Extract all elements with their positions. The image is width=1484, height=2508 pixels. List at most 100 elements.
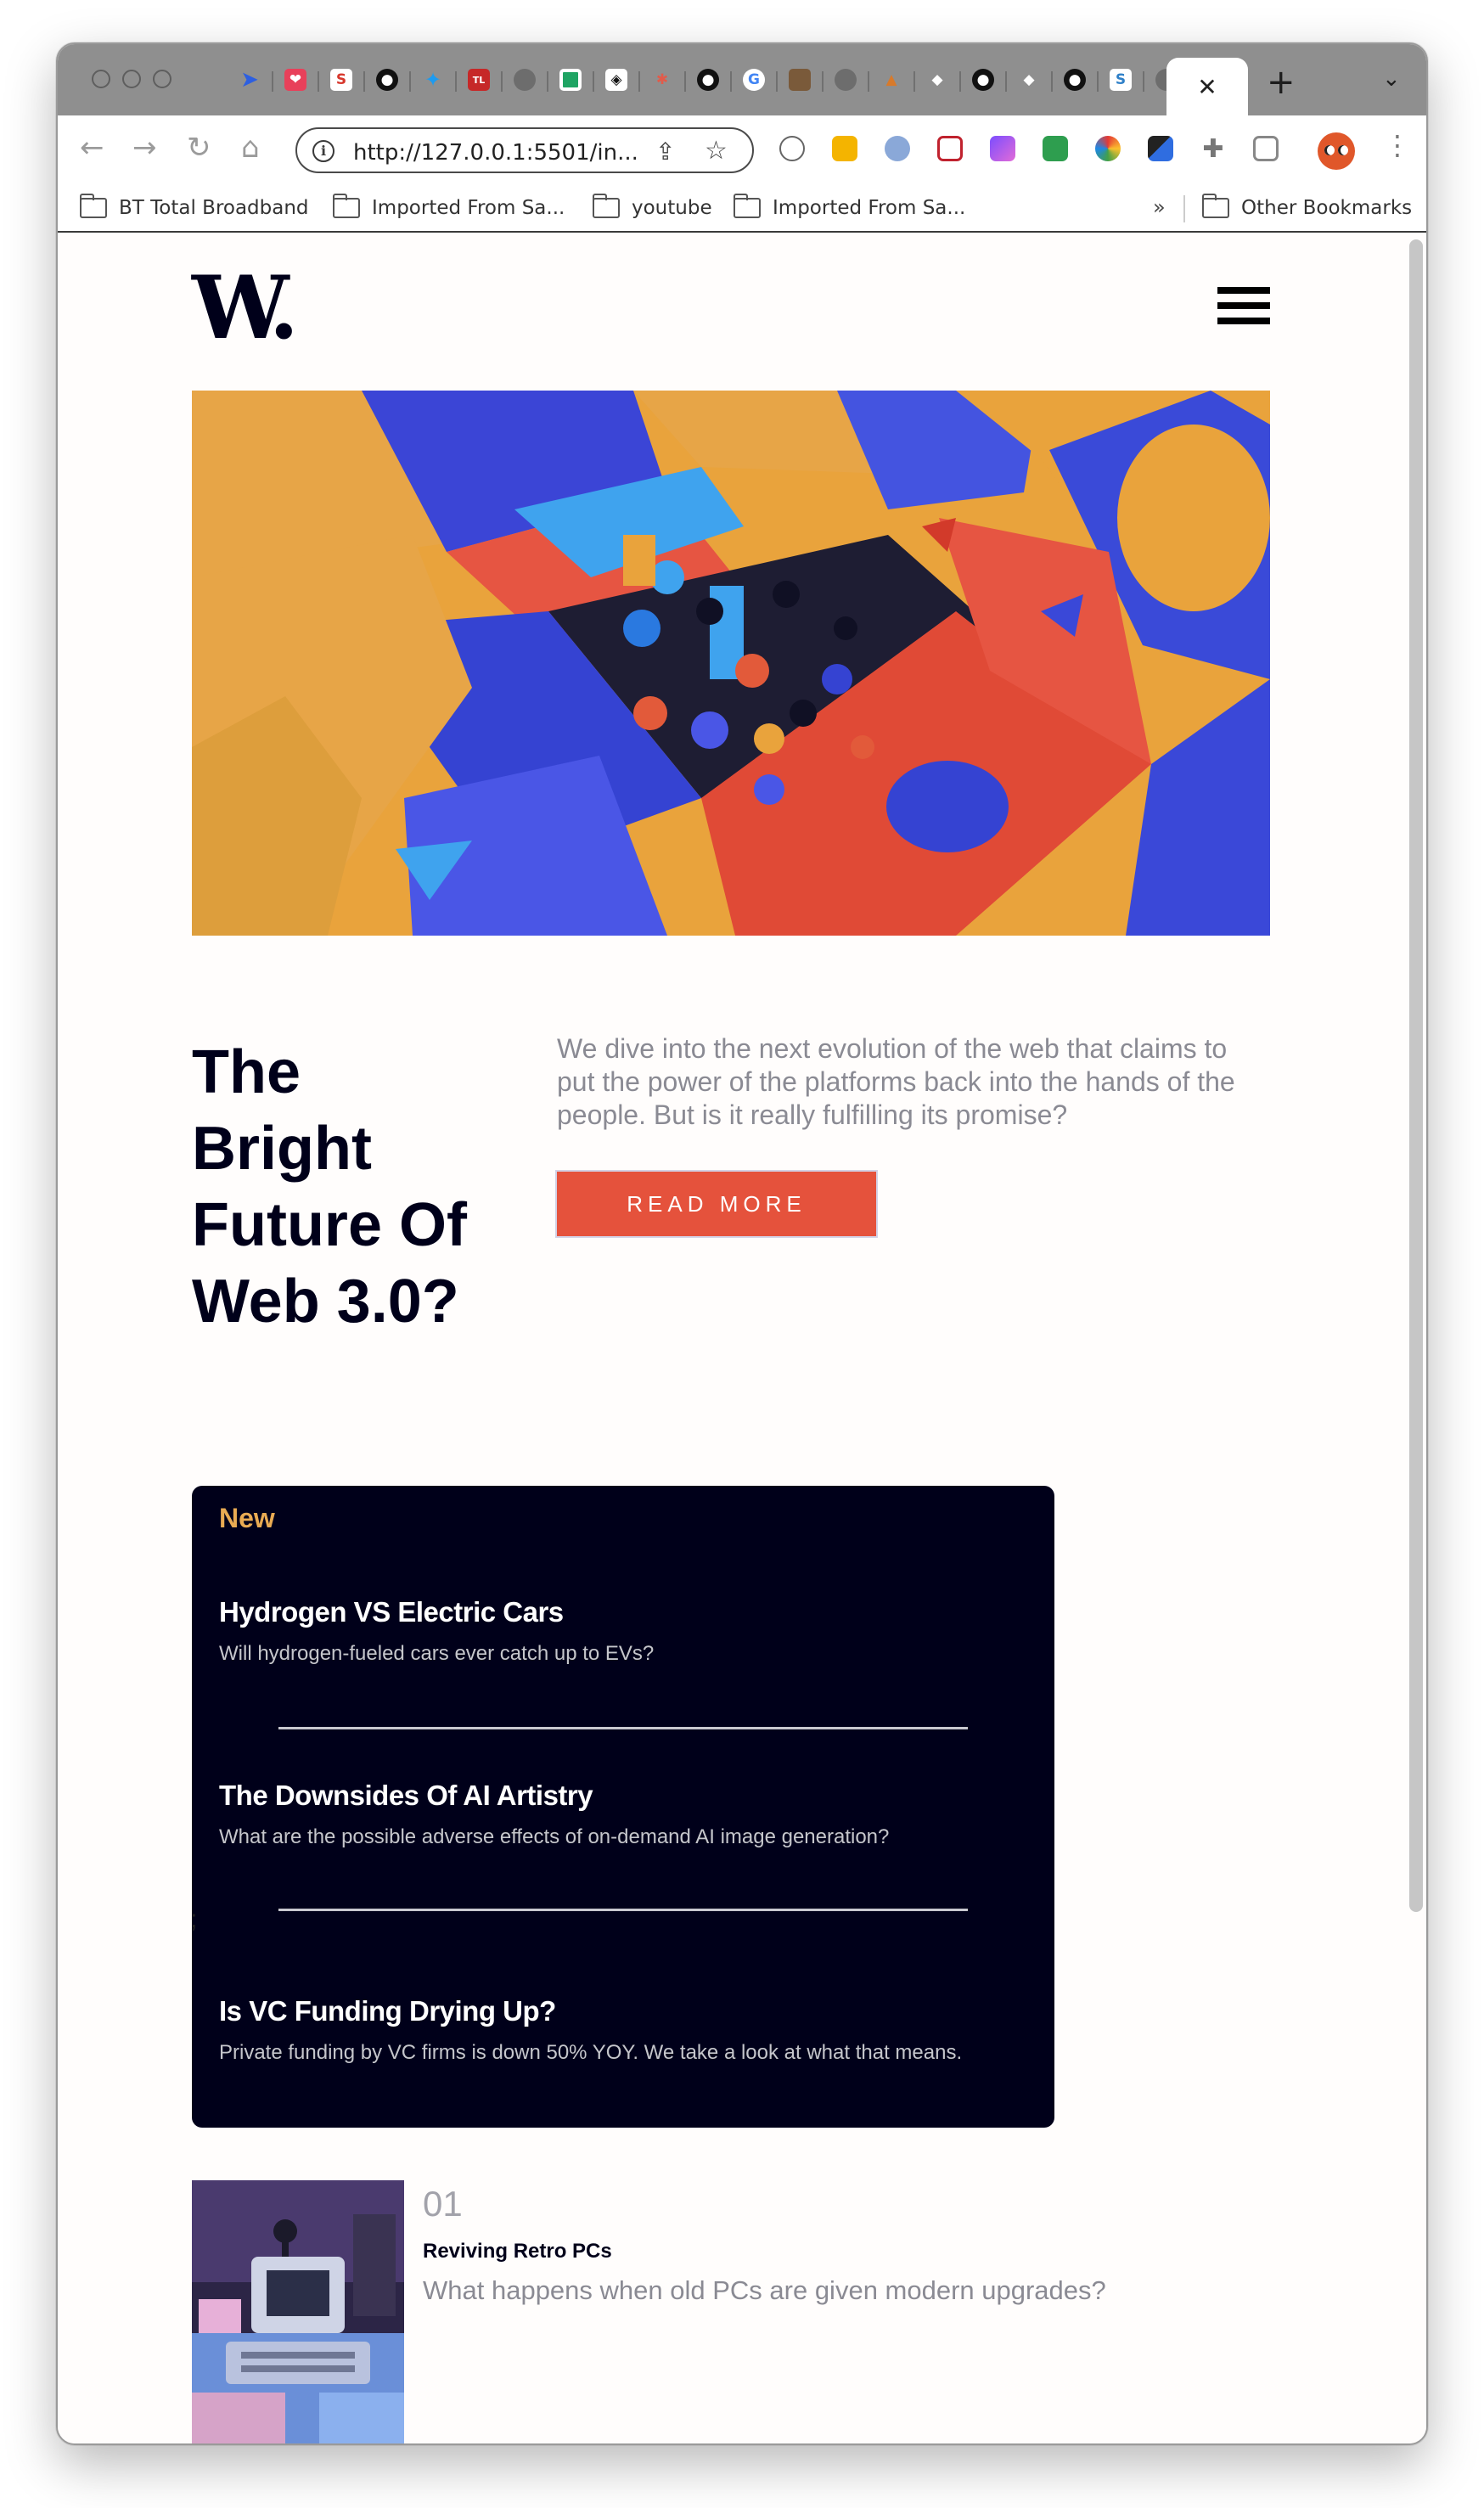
bookmark-label: Other Bookmarks xyxy=(1241,197,1413,219)
bookmarks-overflow-button[interactable]: » xyxy=(1153,195,1166,219)
tab-github-icon-3[interactable]: ● xyxy=(966,63,1007,97)
site-info-icon[interactable]: i xyxy=(312,140,334,162)
home-icon[interactable]: ⌂ xyxy=(241,131,260,165)
back-icon[interactable]: ← xyxy=(80,131,104,165)
bookmarks-bar: BT Total Broadband Imported From Sa... y… xyxy=(58,183,1426,233)
profile-avatar[interactable] xyxy=(1318,132,1355,170)
blue-extension-icon[interactable] xyxy=(881,132,913,165)
article-title[interactable]: Reviving Retro PCs xyxy=(423,2240,612,2263)
tab-strip: ➤ ❤ S ● ✦ TL ◈ ✱ ● G ▲ ◆ ● ◆ ● S ✕ + ⌄ xyxy=(58,44,1426,115)
tab-sheets-icon[interactable] xyxy=(554,63,594,97)
tab-github-icon-2[interactable]: ● xyxy=(691,63,732,97)
sidebar-toggle-icon[interactable] xyxy=(1250,132,1282,165)
tab-github-icon[interactable]: ● xyxy=(370,63,411,97)
pen-extension-icon[interactable] xyxy=(1144,132,1177,165)
bookmarks-divider xyxy=(1183,195,1185,222)
address-bar[interactable]: i http://127.0.0.1:5501/in... ⇪ ☆ xyxy=(295,127,754,173)
new-article-description: Private funding by VC firms is down 50% … xyxy=(219,2041,963,2064)
new-article-title[interactable]: Is VC Funding Drying Up? xyxy=(219,1995,1026,2027)
tab-twitter-icon[interactable]: ✦ xyxy=(416,63,457,97)
hero-image xyxy=(192,391,1270,936)
reload-icon[interactable]: ↻ xyxy=(187,131,211,165)
new-article-description: Will hydrogen-fueled cars ever catch up … xyxy=(219,1642,655,1665)
maximize-window-icon[interactable] xyxy=(153,70,171,88)
tab-globe-icon[interactable] xyxy=(508,63,548,97)
pinned-tabs: ➤ ❤ S ● ✦ TL ◈ ✱ ● G ▲ ◆ ● ◆ ● S xyxy=(233,58,1195,102)
eyedropper-extension-icon[interactable] xyxy=(776,132,808,165)
bookmark-folder[interactable]: Imported From Sa... xyxy=(333,194,565,219)
tab-s-icon[interactable]: S xyxy=(324,63,365,97)
extensions-puzzle-icon[interactable]: ✚ xyxy=(1197,132,1229,165)
browser-toolbar: ← → ↻ ⌂ i http://127.0.0.1:5501/in... ⇪ … xyxy=(58,115,1426,183)
folder-icon xyxy=(333,194,360,218)
scrollbar[interactable] xyxy=(1409,239,1423,1912)
close-window-icon[interactable] xyxy=(92,70,110,88)
purple-extension-icon[interactable] xyxy=(987,132,1019,165)
color-extension-icon[interactable] xyxy=(1092,132,1124,165)
new-article-title[interactable]: Hydrogen VS Electric Cars xyxy=(219,1596,1026,1628)
tab-globe-icon-2[interactable] xyxy=(829,63,869,97)
other-bookmarks[interactable]: Other Bookmarks xyxy=(1202,194,1413,219)
site-logo[interactable]: W. xyxy=(192,265,299,351)
new-article-title[interactable]: The Downsides Of AI Artistry xyxy=(219,1780,1026,1812)
tab-pocket-icon[interactable]: ❤ xyxy=(278,63,319,97)
hamburger-menu-icon[interactable] xyxy=(1217,287,1270,326)
article-number: 01 xyxy=(423,2184,463,2224)
new-tab-button[interactable]: + xyxy=(1267,63,1296,102)
tab-stack-icon[interactable]: S xyxy=(1104,63,1144,97)
active-tab[interactable]: ✕ xyxy=(1166,58,1248,115)
green-extension-icon[interactable] xyxy=(1039,132,1071,165)
bookmark-label: BT Total Broadband xyxy=(119,197,309,219)
bookmark-label: youtube xyxy=(632,197,712,219)
new-article-item[interactable]: Is VC Funding Drying Up? Private funding… xyxy=(219,1995,1026,2065)
tab-codepen-icon[interactable]: ◈ xyxy=(599,63,640,97)
browser-menu-icon[interactable]: ⋮ xyxy=(1384,129,1411,161)
folder-icon xyxy=(593,194,620,218)
bookmark-folder[interactable]: Imported From Sa... xyxy=(734,194,966,219)
folder-icon xyxy=(80,194,107,218)
new-article-description: What are the possible adverse effects of… xyxy=(219,1825,890,1848)
hero-headline: The Bright Future Of Web 3.0? xyxy=(192,1038,467,1336)
tab-orange-icon[interactable]: ▲ xyxy=(874,63,915,97)
extensions-bar: ✚ xyxy=(776,132,1302,165)
new-label: New xyxy=(219,1503,275,1533)
forward-icon[interactable]: → xyxy=(132,131,157,165)
new-article-item[interactable]: The Downsides Of AI Artistry What are th… xyxy=(219,1780,1026,1849)
abstract-blocks-illustration xyxy=(192,391,1270,936)
stray-semicolon: ; xyxy=(190,1905,198,1933)
bookmark-star-icon[interactable]: ☆ xyxy=(705,136,728,166)
chevron-down-icon[interactable]: ⌄ xyxy=(1382,66,1401,92)
divider xyxy=(278,1909,968,1911)
retro-pc-image xyxy=(192,2180,404,2443)
bookmark-label: Imported From Sa... xyxy=(773,197,966,219)
tab-google-icon[interactable]: G xyxy=(737,63,778,97)
tab-eraser-icon-2[interactable]: ◆ xyxy=(1012,63,1053,97)
notes-extension-icon[interactable] xyxy=(829,132,861,165)
tab-avatar-icon[interactable] xyxy=(783,63,824,97)
address-url[interactable]: http://127.0.0.1:5501/in... xyxy=(353,140,638,166)
article-card[interactable]: 01 Reviving Retro PCs What happens when … xyxy=(192,2180,1270,2443)
tab-eraser-icon[interactable]: ◆ xyxy=(920,63,961,97)
hero-lede: We dive into the next evolution of the w… xyxy=(557,1033,1235,1130)
bookmark-label: Imported From Sa... xyxy=(372,197,565,219)
new-articles-panel: New Hydrogen VS Electric Cars Will hydro… xyxy=(192,1486,1054,2128)
folder-icon xyxy=(734,194,761,218)
bookmark-folder[interactable]: BT Total Broadband xyxy=(80,194,309,219)
folder-icon xyxy=(1202,194,1229,218)
tab-pin-icon[interactable]: ✱ xyxy=(645,63,686,97)
browser-window: ➤ ❤ S ● ✦ TL ◈ ✱ ● G ▲ ◆ ● ◆ ● S ✕ + ⌄ ←… xyxy=(56,42,1428,2445)
bookmark-folder[interactable]: youtube xyxy=(593,194,712,219)
divider xyxy=(278,1727,968,1729)
tab-github-icon-4[interactable]: ● xyxy=(1058,63,1099,97)
article-thumbnail[interactable] xyxy=(192,2180,404,2443)
close-tab-icon[interactable]: ✕ xyxy=(1197,73,1217,101)
share-icon[interactable]: ⇪ xyxy=(655,138,675,166)
page-viewport: W. The Bright Future Of Web 3.0? We dive… xyxy=(58,234,1426,2443)
red-extension-icon[interactable] xyxy=(934,132,966,165)
tab-arrow-icon[interactable]: ➤ xyxy=(233,63,273,97)
minimize-window-icon[interactable] xyxy=(122,70,141,88)
tab-tl-icon[interactable]: TL xyxy=(462,63,503,97)
new-article-item[interactable]: Hydrogen VS Electric Cars Will hydrogen-… xyxy=(219,1596,1026,1666)
article-description: What happens when old PCs are given mode… xyxy=(423,2275,1106,2305)
read-more-button[interactable]: READ MORE xyxy=(557,1172,876,1236)
